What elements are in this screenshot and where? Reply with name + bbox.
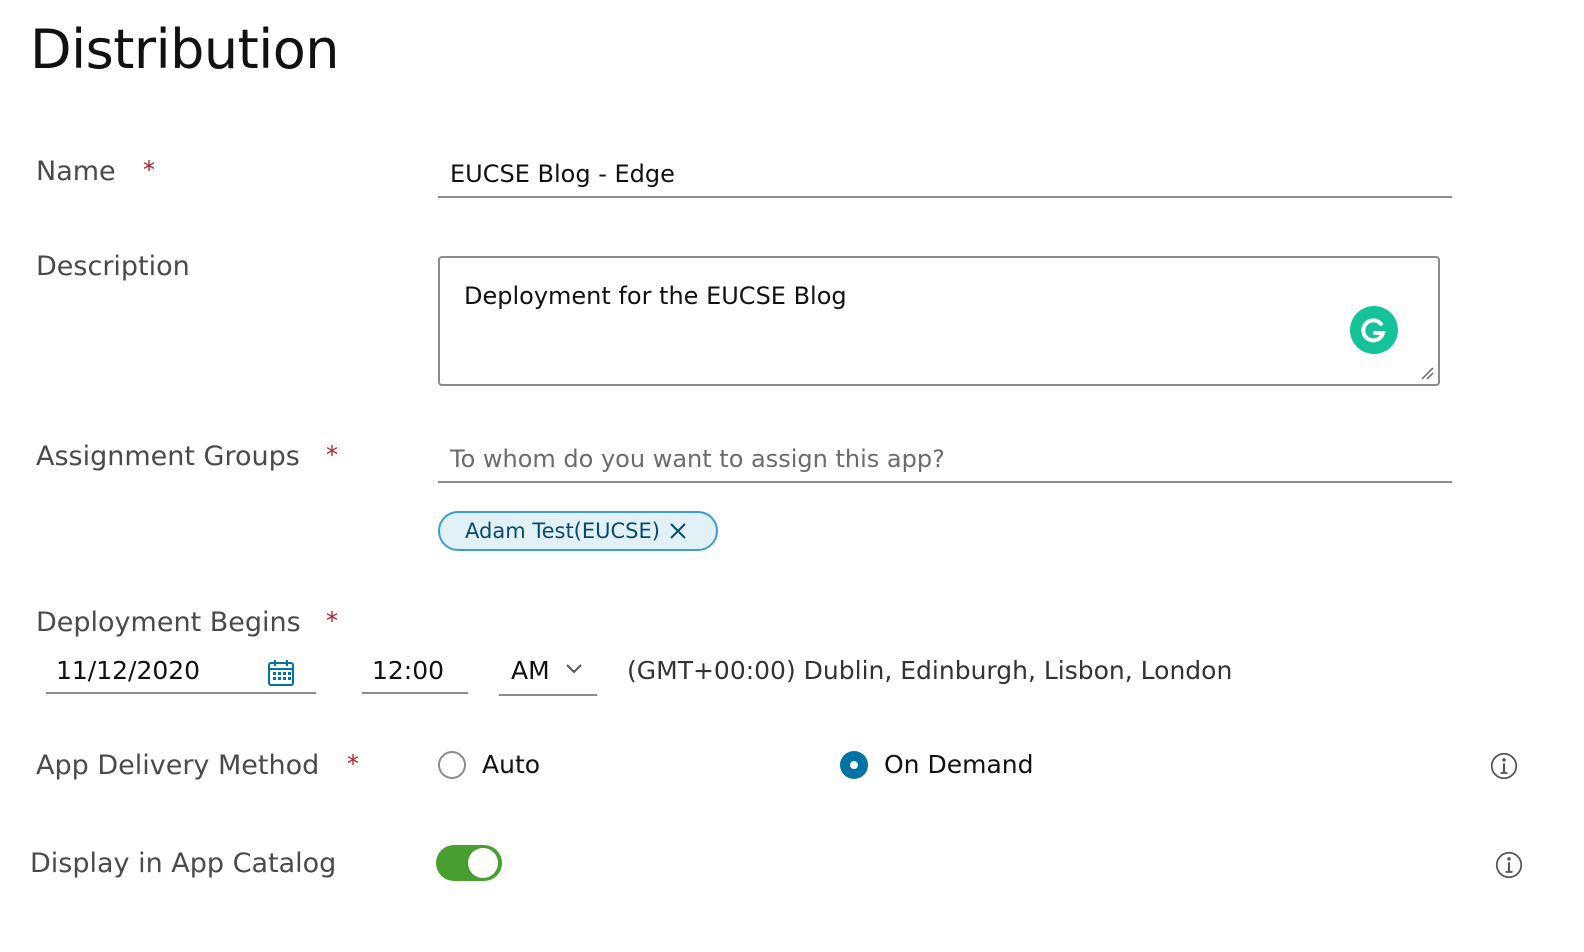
close-icon[interactable] [668, 521, 688, 541]
deployment-begins-label: Deployment Begins [36, 607, 301, 638]
name-required-marker: * [143, 156, 155, 184]
radio-auto[interactable] [438, 751, 466, 779]
description-textarea[interactable]: Deployment for the EUCSE Blog [438, 256, 1440, 386]
date-value: 11/12/2020 [56, 656, 201, 685]
description-text: Deployment for the EUCSE Blog [464, 282, 847, 310]
name-input[interactable] [438, 152, 1452, 198]
app-delivery-method-required-marker: * [347, 750, 359, 778]
display-in-catalog-label: Display in App Catalog [30, 848, 337, 879]
resize-handle-icon[interactable] [1420, 366, 1434, 380]
assignment-groups-required-marker: * [326, 441, 338, 469]
display-in-catalog-toggle[interactable] [436, 845, 502, 881]
ampm-select[interactable]: AM [499, 650, 597, 696]
page-title: Distribution [30, 18, 340, 81]
timezone-label: (GMT+00:00) Dublin, Edinburgh, Lisbon, L… [627, 656, 1233, 685]
calendar-icon[interactable] [266, 658, 296, 688]
ampm-value: AM [511, 656, 550, 685]
ampm-underline [499, 694, 597, 696]
date-picker[interactable]: 11/12/2020 [46, 650, 316, 696]
radio-on-demand[interactable] [840, 751, 868, 779]
info-icon[interactable] [1495, 851, 1523, 879]
assignment-group-chip: Adam Test(EUCSE) [438, 511, 718, 551]
name-label: Name [36, 156, 116, 187]
chevron-down-icon [566, 664, 582, 674]
time-input[interactable]: 12:00 [362, 650, 468, 696]
radio-on-demand-label[interactable]: On Demand [884, 750, 1034, 779]
chip-label: Adam Test(EUCSE) [465, 519, 660, 543]
description-label: Description [36, 251, 190, 282]
grammarly-icon[interactable] [1350, 306, 1398, 354]
app-delivery-method-label: App Delivery Method [36, 750, 320, 781]
time-underline [362, 692, 468, 694]
assignment-groups-input[interactable] [438, 437, 1452, 483]
time-value: 12:00 [372, 656, 445, 685]
date-underline [46, 692, 316, 694]
radio-auto-label[interactable]: Auto [482, 750, 540, 779]
deployment-begins-required-marker: * [326, 607, 338, 635]
assignment-groups-label: Assignment Groups [36, 441, 300, 472]
info-icon[interactable] [1490, 752, 1518, 780]
